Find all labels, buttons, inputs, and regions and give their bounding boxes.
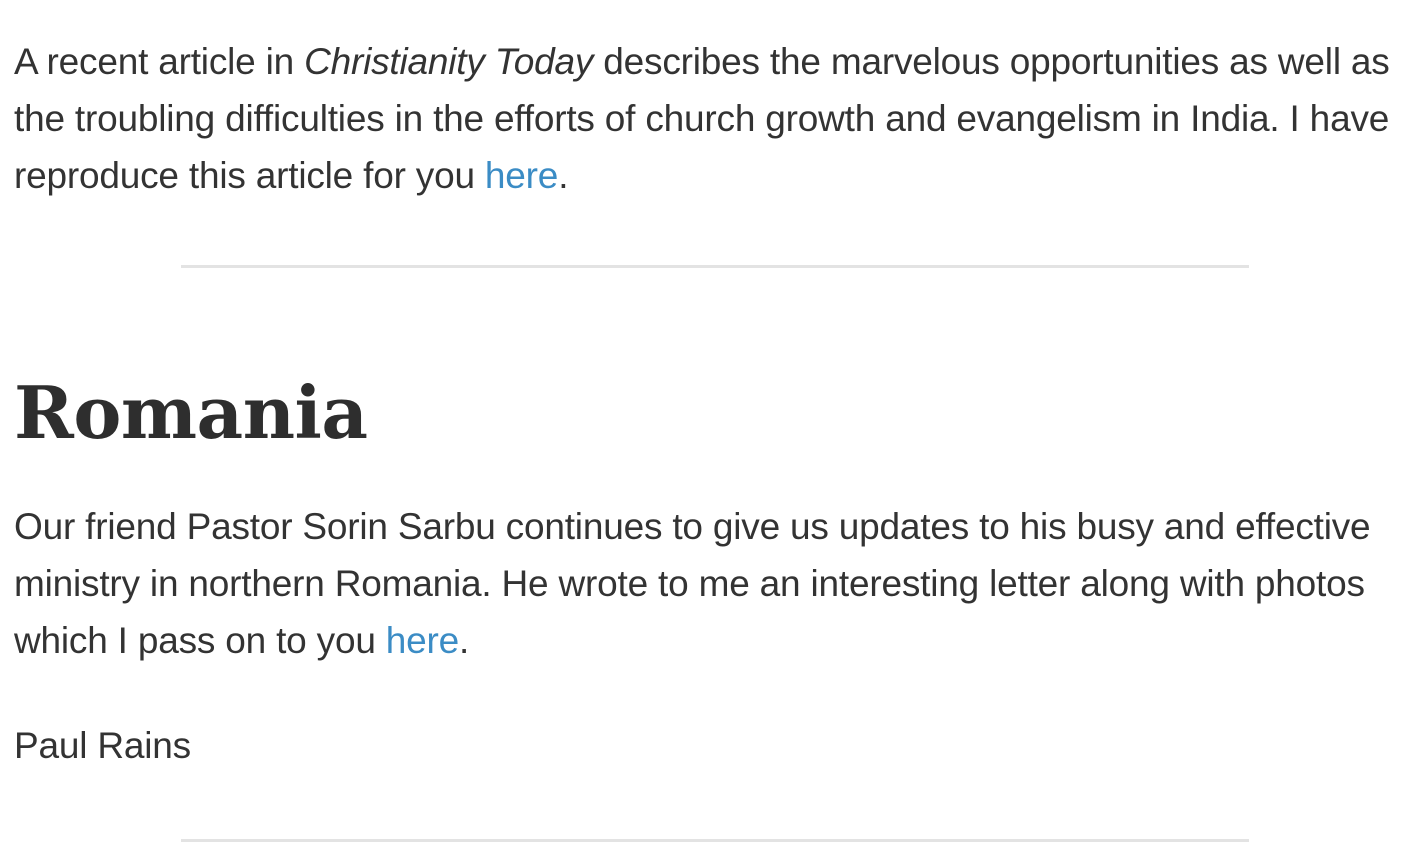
section-divider (181, 839, 1249, 842)
romania-paragraph: Our friend Pastor Sorin Sarbu continues … (14, 498, 1414, 669)
india-text-intro: A recent article in (14, 41, 305, 82)
india-article-link[interactable]: here (485, 155, 558, 196)
section-heading-romania: Romania (14, 370, 368, 455)
romania-letter-link[interactable]: here (386, 620, 459, 661)
romania-text-body: Our friend Pastor Sorin Sarbu continues … (14, 506, 1371, 661)
publication-name: Christianity Today (304, 41, 594, 82)
india-end-punctuation: . (558, 155, 569, 196)
author-signature: Paul Rains (14, 725, 191, 766)
india-paragraph: A recent article in Christianity Today d… (14, 33, 1414, 204)
romania-end-punctuation: . (459, 620, 470, 661)
section-divider (181, 265, 1249, 268)
